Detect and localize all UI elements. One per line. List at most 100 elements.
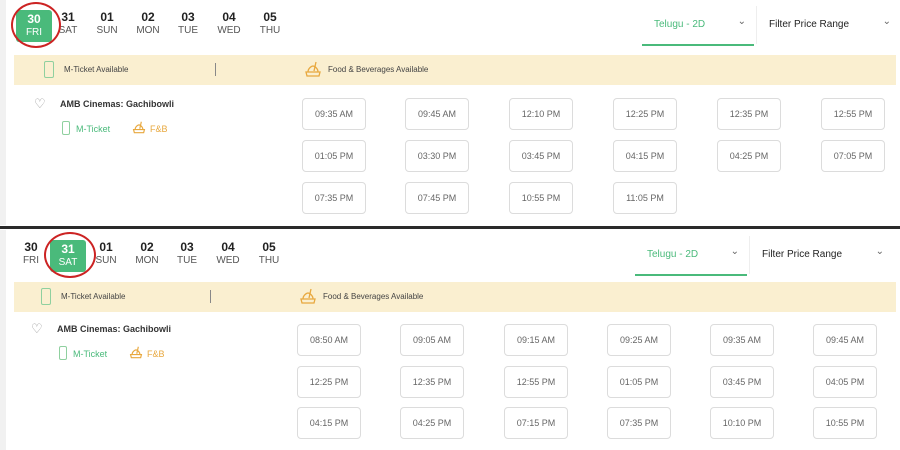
showtime-slot[interactable]: 09:35 AM: [302, 98, 366, 130]
cinema-name: AMB Cinemas: Gachibowli: [57, 324, 172, 334]
fb-tag: F&B: [147, 349, 165, 359]
date-tab-03-tue[interactable]: 03 TUE: [169, 240, 205, 267]
showtime-slot[interactable]: 10:10 PM: [710, 407, 774, 439]
showtime-slot[interactable]: 09:15 AM: [504, 324, 568, 356]
date-num: 30: [24, 240, 38, 254]
language-dropdown[interactable]: Telugu - 2D ⌄: [642, 6, 754, 46]
showtime-slot[interactable]: 08:50 AM: [297, 324, 361, 356]
availability-banner: M-Ticket Available Food & Beverages Avai…: [14, 282, 896, 312]
showtime-slot[interactable]: 12:10 PM: [509, 98, 573, 130]
showtime-slot[interactable]: 01:05 PM: [302, 140, 366, 172]
mticket-available-text: M-Ticket Available: [64, 65, 129, 74]
chevron-down-icon: ⌄: [882, 16, 891, 27]
showtime-slot[interactable]: 11:05 PM: [613, 182, 677, 214]
showtime-slot[interactable]: 12:25 PM: [297, 366, 361, 398]
screenshot-divider: [0, 226, 900, 229]
mticket-available-text: M-Ticket Available: [61, 292, 126, 301]
date-tab-30-fri[interactable]: 30 FRI: [13, 240, 49, 267]
showtime-slot[interactable]: 09:05 AM: [400, 324, 464, 356]
language-dropdown[interactable]: Telugu - 2D ⌄: [635, 236, 747, 276]
date-dow: THU: [258, 255, 280, 266]
language-label: Telugu - 2D: [647, 249, 699, 260]
date-num: 05: [263, 10, 277, 24]
availability-banner: M-Ticket Available Food & Beverages Avai…: [14, 55, 896, 85]
date-tab-02-mon[interactable]: 02 MON: [129, 240, 165, 267]
date-num: 04: [222, 10, 236, 24]
showtime-slot[interactable]: 10:55 PM: [813, 407, 877, 439]
heart-icon[interactable]: ♡: [31, 321, 43, 337]
date-num: 05: [262, 240, 276, 254]
left-rule: [0, 230, 6, 450]
showtime-slot[interactable]: 12:25 PM: [613, 98, 677, 130]
showtime-slot[interactable]: 12:55 PM: [504, 366, 568, 398]
date-num: 03: [180, 240, 194, 254]
mticket-tag: M-Ticket: [76, 124, 111, 134]
date-tab-31-sat[interactable]: 31 SAT: [50, 240, 86, 272]
date-num: 31: [61, 242, 75, 256]
price-range-label: Filter Price Range: [762, 249, 843, 260]
banner-divider: [210, 290, 211, 303]
date-dow: MON: [135, 255, 159, 266]
date-dow: SAT: [58, 25, 78, 36]
showtime-slot[interactable]: 07:15 PM: [504, 407, 568, 439]
showtimes-panel-sat: 30 FRI 31 SAT 01 SUN 02 MON 03 TUE 04 WE…: [0, 230, 900, 450]
showtime-slot[interactable]: 07:35 PM: [607, 407, 671, 439]
date-num: 30: [27, 12, 41, 26]
date-dow: THU: [259, 25, 281, 36]
showtime-slot[interactable]: 12:35 PM: [717, 98, 781, 130]
showtime-slot[interactable]: 03:30 PM: [405, 140, 469, 172]
mobile-ticket-icon: [44, 61, 54, 78]
date-tab-30-fri[interactable]: 30 FRI: [16, 10, 52, 42]
showtime-slot[interactable]: 04:05 PM: [813, 366, 877, 398]
showtime-slot[interactable]: 10:55 PM: [509, 182, 573, 214]
heart-icon[interactable]: ♡: [34, 96, 46, 112]
date-dow: FRI: [25, 27, 43, 38]
food-available-text: Food & Beverages Available: [323, 292, 424, 301]
date-num: 04: [221, 240, 235, 254]
price-range-dropdown[interactable]: Filter Price Range ⌄: [749, 236, 890, 274]
date-dow: TUE: [177, 255, 197, 266]
showtime-slot[interactable]: 03:45 PM: [509, 140, 573, 172]
mticket-tag: M-Ticket: [73, 349, 108, 359]
showtime-slot[interactable]: 09:25 AM: [607, 324, 671, 356]
date-tab-01-sun[interactable]: 01 SUN: [89, 10, 125, 37]
showtime-slot[interactable]: 01:05 PM: [607, 366, 671, 398]
price-range-dropdown[interactable]: Filter Price Range ⌄: [756, 6, 897, 44]
date-tab-31-sat[interactable]: 31 SAT: [50, 10, 86, 37]
mobile-ticket-icon: [59, 346, 67, 360]
showtime-slot[interactable]: 12:55 PM: [821, 98, 885, 130]
date-tab-05-thu[interactable]: 05 THU: [251, 240, 287, 267]
language-label: Telugu - 2D: [654, 19, 706, 30]
chevron-down-icon: ⌄: [737, 16, 746, 27]
showtime-slot[interactable]: 09:45 AM: [405, 98, 469, 130]
date-tab-02-mon[interactable]: 02 MON: [130, 10, 166, 37]
mobile-ticket-icon: [62, 121, 70, 135]
date-tab-03-tue[interactable]: 03 TUE: [170, 10, 206, 37]
date-dow: TUE: [178, 25, 198, 36]
showtime-slot[interactable]: 12:35 PM: [400, 366, 464, 398]
showtime-slot[interactable]: 07:35 PM: [302, 182, 366, 214]
date-tab-01-sun[interactable]: 01 SUN: [88, 240, 124, 267]
date-num: 01: [99, 240, 113, 254]
showtime-slot[interactable]: 04:25 PM: [400, 407, 464, 439]
showtime-slot[interactable]: 04:25 PM: [717, 140, 781, 172]
cinema-name: AMB Cinemas: Gachibowli: [60, 99, 175, 109]
showtime-slot[interactable]: 03:45 PM: [710, 366, 774, 398]
showtime-slot[interactable]: 09:35 AM: [710, 324, 774, 356]
date-dow: WED: [217, 25, 241, 36]
date-tab-04-wed[interactable]: 04 WED: [211, 10, 247, 37]
date-tab-05-thu[interactable]: 05 THU: [252, 10, 288, 37]
showtime-slot[interactable]: 04:15 PM: [297, 407, 361, 439]
date-num: 01: [100, 10, 114, 24]
left-rule: [0, 0, 6, 225]
date-tab-04-wed[interactable]: 04 WED: [210, 240, 246, 267]
showtime-slot[interactable]: 04:15 PM: [613, 140, 677, 172]
date-num: 02: [140, 240, 154, 254]
showtime-slot[interactable]: 07:05 PM: [821, 140, 885, 172]
food-beverage-icon: [132, 121, 146, 134]
food-available-text: Food & Beverages Available: [328, 65, 429, 74]
showtime-slot[interactable]: 09:45 AM: [813, 324, 877, 356]
price-range-label: Filter Price Range: [769, 19, 850, 30]
showtime-slot[interactable]: 07:45 PM: [405, 182, 469, 214]
date-dow: SUN: [96, 25, 118, 36]
